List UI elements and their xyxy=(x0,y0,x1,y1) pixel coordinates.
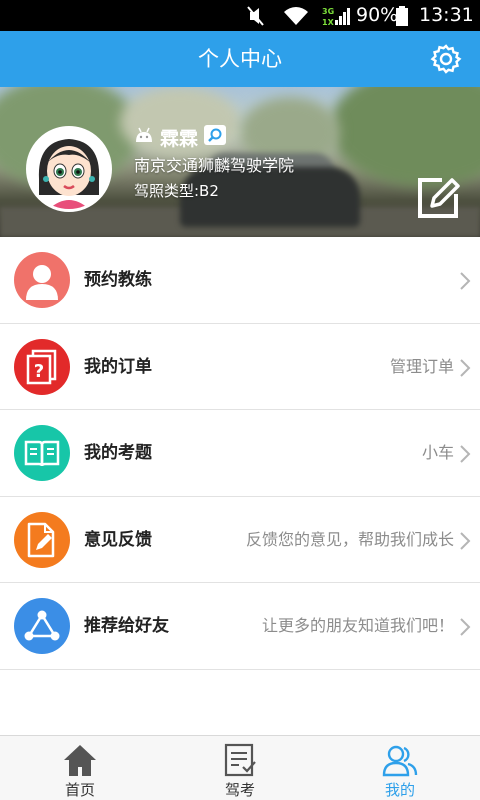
chevron-right-icon xyxy=(460,445,471,463)
tab-label: 驾考 xyxy=(224,781,255,799)
menu-item-label: 我的考题 xyxy=(84,443,152,463)
svg-text:1X: 1X xyxy=(322,18,335,27)
tab-profile[interactable]: 我的 xyxy=(320,736,480,800)
menu-list: 预约教练 ? 我的订单 管理订单 我的考题 小车 意见反馈 反馈您的意见，帮助我… xyxy=(0,237,480,670)
app-header: 个人中心 xyxy=(0,31,480,87)
mute-icon xyxy=(246,0,266,31)
svg-text:3G: 3G xyxy=(322,7,334,16)
chevron-right-icon xyxy=(460,358,471,377)
menu-item-label: 推荐给好友 xyxy=(84,616,169,636)
menu-item-book-coach[interactable]: 预约教练 xyxy=(0,237,480,324)
exam-icon xyxy=(224,743,256,777)
username: 霖霖 xyxy=(160,127,199,150)
share-icon xyxy=(14,598,70,654)
menu-item-label: 预约教练 xyxy=(84,270,152,290)
menu-item-label: 意见反馈 xyxy=(84,529,152,550)
license-type: 驾照类型:B2 xyxy=(134,182,219,200)
chevron-right-icon xyxy=(460,272,471,290)
battery-icon xyxy=(395,0,409,31)
menu-item-hint: 管理订单 xyxy=(389,356,454,376)
menu-item-label: 我的订单 xyxy=(84,356,152,377)
username-row: 霖霖 xyxy=(134,124,227,150)
avatar[interactable] xyxy=(26,126,112,212)
menu-item-feedback[interactable]: 意见反馈 反馈您的意见，帮助我们成长 xyxy=(0,496,480,583)
signal-icon: 3G 1X xyxy=(322,0,350,31)
bottom-tab-bar: 首页 驾考 我的 xyxy=(0,735,480,800)
page-title: 个人中心 xyxy=(198,47,282,71)
svg-text:?: ? xyxy=(34,361,44,382)
profile-icon xyxy=(382,745,418,777)
menu-item-recommend[interactable]: 推荐给好友 让更多的朋友知道我们吧！ xyxy=(0,583,480,670)
android-icon xyxy=(134,126,154,148)
school-name: 南京交通狮麟驾驶学院 xyxy=(134,156,295,175)
tab-exam[interactable]: 驾考 xyxy=(160,736,320,800)
menu-item-hint: 反馈您的意见，帮助我们成长 xyxy=(245,529,454,549)
feedback-icon xyxy=(14,511,70,568)
tab-label: 首页 xyxy=(64,781,95,799)
tab-label: 我的 xyxy=(384,781,415,799)
clock: 13:31 xyxy=(419,4,474,26)
gear-icon[interactable] xyxy=(430,43,462,75)
order-icon: ? xyxy=(14,338,70,395)
edit-icon[interactable] xyxy=(416,176,462,220)
wifi-icon xyxy=(283,0,309,31)
menu-item-hint: 小车 xyxy=(421,443,454,462)
book-icon xyxy=(14,425,70,481)
menu-item-my-questions[interactable]: 我的考题 小车 xyxy=(0,410,480,497)
tab-home[interactable]: 首页 xyxy=(0,736,160,800)
menu-item-hint: 让更多的朋友知道我们吧！ xyxy=(261,616,454,635)
battery-percent: 90% xyxy=(356,4,399,26)
home-icon xyxy=(64,745,96,776)
menu-item-my-orders[interactable]: ? 我的订单 管理订单 xyxy=(0,323,480,410)
person-icon xyxy=(14,252,70,308)
search-icon[interactable] xyxy=(204,124,227,150)
chevron-right-icon xyxy=(460,531,471,550)
chevron-right-icon xyxy=(460,618,471,636)
status-bar: 3G 1X 90% 13:31 xyxy=(0,0,480,31)
